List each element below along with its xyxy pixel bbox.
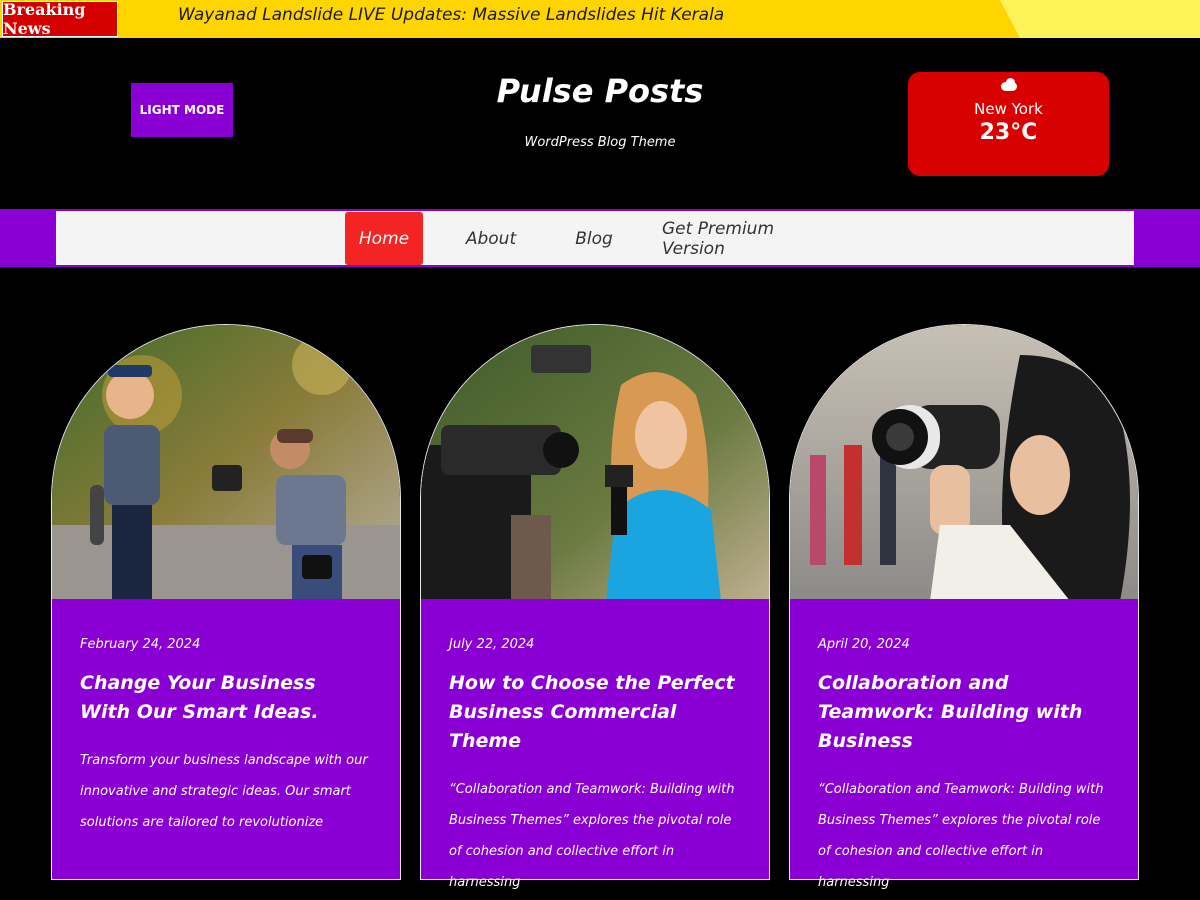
post-card[interactable]: April 20, 2024 Collaboration and Teamwor… (789, 324, 1139, 890)
breaking-news-bar: Breaking News Wayanad Landslide LIVE Upd… (0, 0, 1200, 38)
post-excerpt: “Collaboration and Teamwork: Building wi… (818, 782, 1104, 890)
nav-item-get-premium[interactable]: Get Premium Version (662, 212, 840, 265)
post-body: July 22, 2024 How to Choose the Perfect … (420, 599, 770, 890)
post-title[interactable]: Change Your Business With Our Smart Idea… (80, 669, 372, 727)
weather-widget: New York 23°C (908, 72, 1109, 176)
ticker-fade (1000, 0, 1200, 38)
post-card[interactable]: July 22, 2024 How to Choose the Perfect … (420, 324, 770, 890)
post-date: February 24, 2024 (80, 637, 201, 652)
post-body: April 20, 2024 Collaboration and Teamwor… (789, 599, 1139, 890)
post-body: February 24, 2024 Change Your Business W… (51, 599, 401, 880)
post-image[interactable] (789, 324, 1139, 600)
breaking-news-headline[interactable]: Wayanad Landslide LIVE Updates: Massive … (178, 5, 724, 25)
post-title[interactable]: Collaboration and Teamwork: Building wit… (818, 669, 1110, 756)
cloud-icon (1000, 78, 1018, 92)
post-date: July 22, 2024 (449, 637, 535, 652)
weather-temperature: 23°C (979, 120, 1038, 145)
nav-item-home[interactable]: Home (345, 212, 423, 265)
post-image[interactable] (420, 324, 770, 600)
post-excerpt: Transform your business landscape with o… (80, 753, 368, 830)
breaking-news-label: Breaking News (2, 0, 118, 38)
post-date: April 20, 2024 (818, 637, 910, 652)
weather-city: New York (974, 100, 1043, 118)
post-excerpt: “Collaboration and Teamwork: Building wi… (449, 782, 735, 890)
nav-item-about[interactable]: About (456, 212, 526, 265)
post-image[interactable] (51, 324, 401, 600)
post-title[interactable]: How to Choose the Perfect Business Comme… (449, 669, 741, 756)
nav-item-blog[interactable]: Blog (565, 212, 623, 265)
post-card[interactable]: February 24, 2024 Change Your Business W… (51, 324, 401, 880)
